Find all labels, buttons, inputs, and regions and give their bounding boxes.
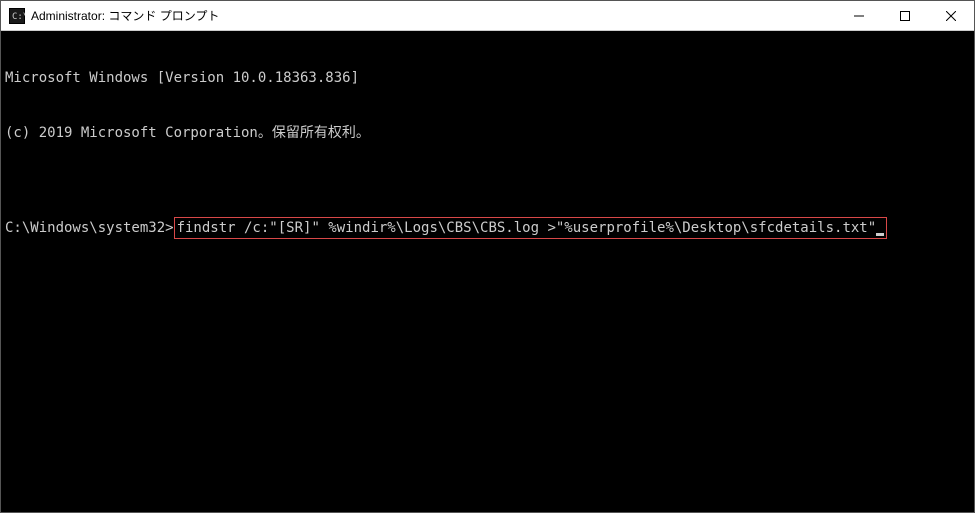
window-title: Administrator: コマンド プロンプト: [31, 7, 836, 24]
command-prompt-window: C:\ Administrator: コマンド プロンプト: [0, 0, 975, 513]
cmd-icon: C:\: [9, 8, 25, 24]
command-highlight-box: findstr /c:"[SR]" %windir%\Logs\CBS\CBS.…: [174, 217, 888, 239]
maximize-button[interactable]: [882, 1, 928, 30]
terminal-area[interactable]: Microsoft Windows [Version 10.0.18363.83…: [1, 31, 974, 512]
cursor: [876, 233, 884, 236]
titlebar[interactable]: C:\ Administrator: コマンド プロンプト: [1, 1, 974, 31]
prompt-text: C:\Windows\system32>: [5, 219, 174, 237]
minimize-button[interactable]: [836, 1, 882, 30]
svg-text:C:\: C:\: [12, 12, 25, 22]
terminal-output-line: Microsoft Windows [Version 10.0.18363.83…: [5, 69, 970, 87]
prompt-line: C:\Windows\system32>findstr /c:"[SR]" %w…: [5, 217, 970, 239]
close-button[interactable]: [928, 1, 974, 30]
window-controls: [836, 1, 974, 30]
command-text: findstr /c:"[SR]" %windir%\Logs\CBS\CBS.…: [177, 220, 877, 236]
terminal-output-line: (c) 2019 Microsoft Corporation。保留所有权利。: [5, 124, 970, 142]
